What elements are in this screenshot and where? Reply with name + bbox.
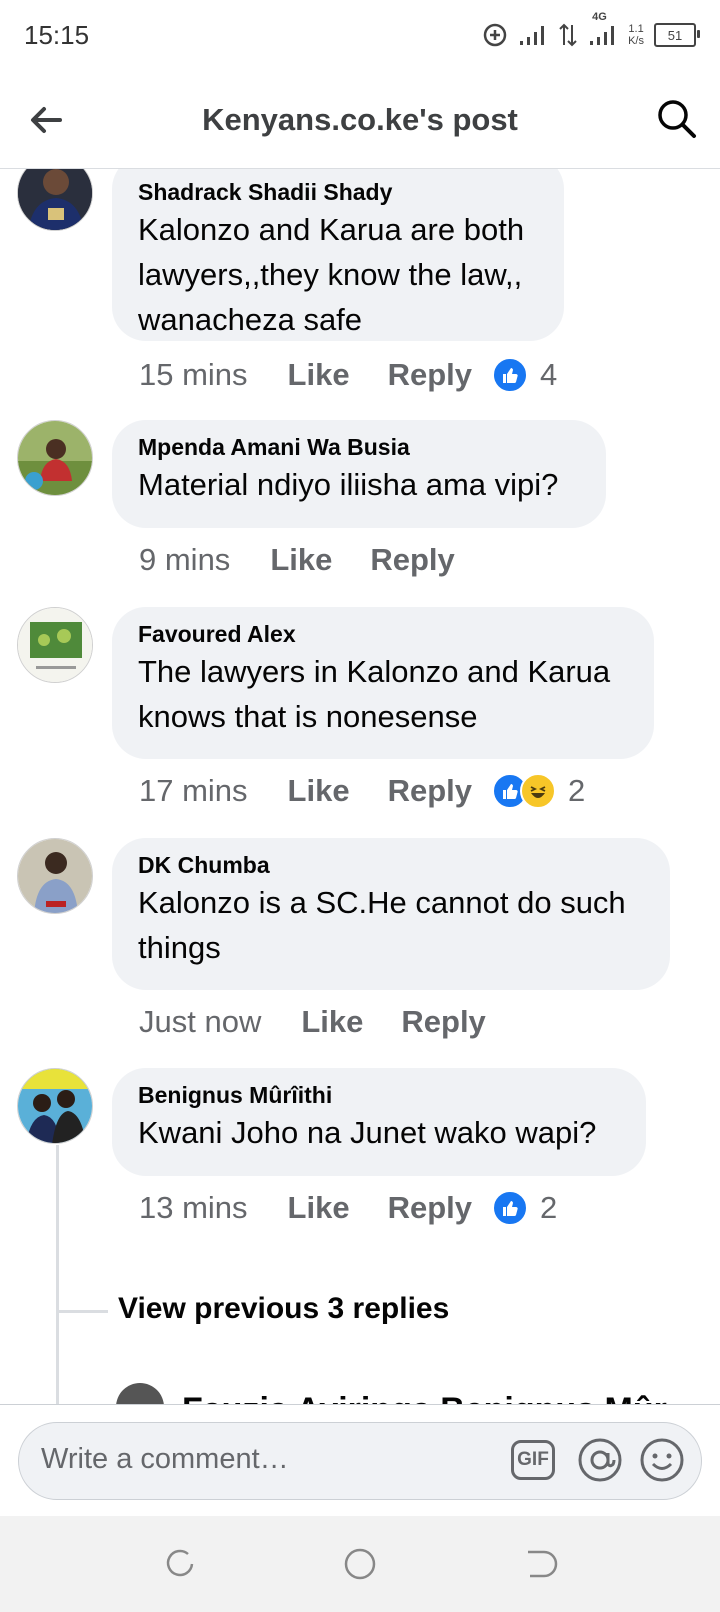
comment-text: Material ndiyo iliisha ama vipi? [138,467,559,502]
like-button[interactable]: Like [288,357,350,393]
avatar-image [18,169,92,230]
comment-text: Kwani Joho na Junet wako wapi? [138,1115,597,1150]
avatar-image [18,1069,92,1143]
like-button[interactable]: Like [301,1004,363,1040]
like-button[interactable]: Like [288,773,350,809]
thread-connector [56,1145,59,1404]
status-icons: 4G 1.1 K/s 51 [482,11,700,52]
reply-button[interactable]: Reply [388,357,472,393]
comment-author[interactable]: Shadrack Shadii Shady [138,177,538,207]
comment-bubble[interactable]: Benignus Mûrîithi Kwani Joho na Junet wa… [112,1068,646,1176]
signal-4g-icon [590,26,615,45]
comment-author[interactable]: Mpenda Amani Wa Busia [138,432,580,462]
recents-icon[interactable] [162,1546,198,1582]
comment-bubble[interactable]: Mpenda Amani Wa Busia Material ndiyo ili… [112,420,606,528]
avatar[interactable] [17,1068,93,1144]
comment-input-placeholder[interactable]: Write a comment… [41,1443,289,1476]
comment-actions: 13 mins Like Reply 2 [139,1190,557,1226]
comment-text: The lawyers in Kalonzo and Karua knows t… [138,654,611,734]
avatar-image [18,839,92,913]
like-reaction-icon [492,1190,528,1226]
comment-time[interactable]: Just now [139,1004,261,1040]
reaction-count: 4 [540,357,558,392]
reaction-summary[interactable]: 4 [492,357,557,393]
avatar[interactable] [17,420,93,496]
avatar-image [18,608,92,682]
comment-author[interactable]: Favoured Alex [138,619,628,649]
reply-button[interactable]: Reply [388,773,472,809]
back-nav-icon[interactable] [522,1546,558,1582]
comment-author[interactable]: Benignus Mûrîithi [138,1080,620,1110]
page-title: Kenyans.co.ke's post [202,102,518,137]
network-type: 4G [592,11,607,23]
comment-text: Kalonzo is a SC.He cannot do such things [138,885,626,965]
status-time: 15:15 [24,20,90,50]
haha-reaction-icon [520,773,556,809]
reaction-count: 2 [540,1190,558,1225]
comment-actions: 15 mins Like Reply 4 [139,357,557,393]
comment-actions: Just now Like Reply [139,1004,524,1040]
search-icon[interactable] [656,98,698,140]
thread-connector-branch [58,1310,108,1313]
like-button[interactable]: Like [270,542,332,578]
like-reaction-icon [492,357,528,393]
network-speed: 1.1 K/s [628,23,644,47]
comment-input[interactable]: Write a comment… GIF [18,1422,702,1500]
signal-icon [520,26,545,45]
comment-time[interactable]: 15 mins [139,357,248,393]
avatar[interactable] [17,607,93,683]
reply-button[interactable]: Reply [401,1004,485,1040]
battery-icon: 51 [654,23,700,47]
home-icon[interactable] [342,1546,378,1582]
comment-bubble[interactable]: DK Chumba Kalonzo is a SC.He cannot do s… [112,838,670,990]
gif-icon[interactable]: GIF [511,1440,555,1480]
view-previous-replies-link[interactable]: View previous 3 replies [118,1292,449,1326]
avatar[interactable] [17,838,93,914]
reply-button[interactable]: Reply [370,542,454,578]
reply-button[interactable]: Reply [388,1190,472,1226]
comment-actions: 17 mins Like Reply 2 [139,773,585,809]
comments-feed[interactable]: Shadrack Shadii Shady Kalonzo and Karua … [0,169,720,1404]
reaction-summary[interactable]: 2 [492,1190,557,1226]
data-transfer-icon [559,23,577,47]
comment-author[interactable]: DK Chumba [138,850,644,880]
comment-composer: Write a comment… GIF [0,1404,720,1517]
app-header: Kenyans.co.ke's post [0,72,720,169]
avatar[interactable] [17,169,93,231]
system-navigation-bar [0,1516,720,1612]
comment-time[interactable]: 9 mins [139,542,230,578]
reaction-summary[interactable]: 2 [492,773,585,809]
data-saver-icon [483,23,507,47]
comment-bubble[interactable]: Favoured Alex The lawyers in Kalonzo and… [112,607,654,759]
like-button[interactable]: Like [288,1190,350,1226]
comment-time[interactable]: 13 mins [139,1190,248,1226]
comment-text: Kalonzo and Karua are both lawyers,,they… [138,212,525,337]
comment-time[interactable]: 17 mins [139,773,248,809]
avatar-image [18,421,92,495]
reaction-count: 2 [568,773,586,808]
comment-bubble[interactable]: Shadrack Shadii Shady Kalonzo and Karua … [112,169,564,341]
comment-actions: 9 mins Like Reply [139,542,493,578]
status-bar: 15:15 4G 1.1 K/s 51 [0,0,720,72]
mention-icon[interactable] [577,1437,623,1483]
emoji-icon[interactable] [639,1437,685,1483]
